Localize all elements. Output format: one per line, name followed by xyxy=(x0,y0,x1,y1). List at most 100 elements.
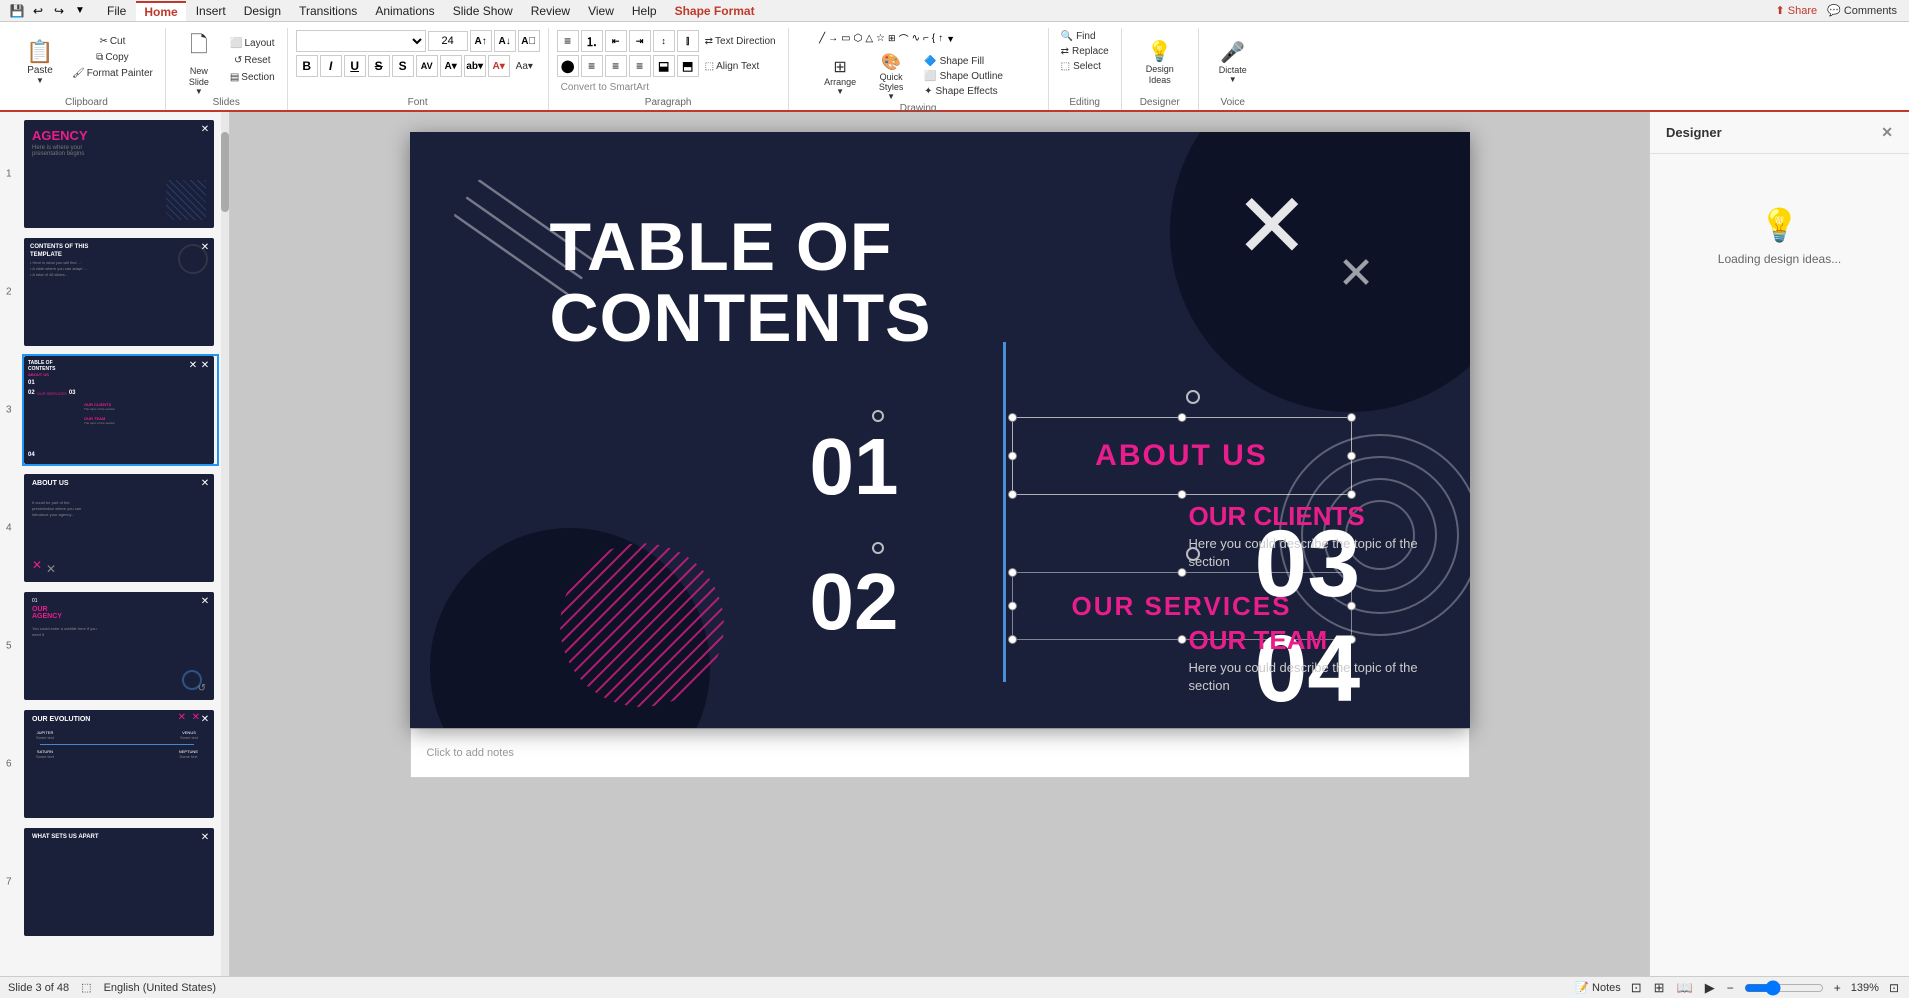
menu-home[interactable]: Home xyxy=(136,1,185,21)
accessibility-check[interactable]: ⬚ xyxy=(81,981,91,994)
notes-area[interactable]: Click to add notes xyxy=(410,728,1470,778)
font-color-button[interactable]: A▾ xyxy=(440,55,462,77)
handle-bl[interactable] xyxy=(1008,490,1017,499)
menu-file[interactable]: File xyxy=(99,2,134,20)
slide-title[interactable]: TABLE OF CONTENTS xyxy=(550,212,932,355)
number-02[interactable]: 02 xyxy=(810,562,899,642)
shape-brace[interactable]: { xyxy=(931,32,936,45)
handle-ml[interactable] xyxy=(1008,452,1017,461)
services-handle-bl[interactable] xyxy=(1008,635,1017,644)
customize-qat-btn[interactable]: ▼ xyxy=(71,2,89,20)
decrease-indent-button[interactable]: ⇤ xyxy=(605,30,627,52)
replace-button[interactable]: ⇄ Replace xyxy=(1057,45,1113,58)
line-spacing-button[interactable]: ↕ xyxy=(653,30,675,52)
arrange-button[interactable]: ⊞ Arrange ▼ xyxy=(818,51,862,101)
numbering-button[interactable]: ⒈ xyxy=(581,30,603,52)
save-qat-btn[interactable]: 💾 xyxy=(8,2,26,20)
shape-diamond[interactable]: ⬡ xyxy=(853,32,864,45)
handle-bc[interactable] xyxy=(1177,490,1186,499)
increase-indent-button[interactable]: ⇥ xyxy=(629,30,651,52)
zoom-slider[interactable] xyxy=(1744,980,1824,996)
shape-wave[interactable]: ∿ xyxy=(911,32,921,45)
font-size-input[interactable] xyxy=(428,31,468,51)
services-handle-tl[interactable] xyxy=(1008,568,1017,577)
slide-thumb-3[interactable]: 3 TABLE OFCONTENTS ABOUT US 01 02 OUR SE… xyxy=(22,354,219,466)
zoom-in-btn[interactable]: + xyxy=(1832,979,1843,997)
share-button[interactable]: ⬆ Share xyxy=(1776,4,1818,17)
slide-thumb-2[interactable]: 2 CONTENTS OF THISTEMPLATE • Here is wha… xyxy=(22,236,219,348)
reset-button[interactable]: ↺ Reset xyxy=(226,53,279,68)
slide-1-close[interactable]: ✕ xyxy=(198,122,212,136)
slide-thumb-5[interactable]: 5 01 OURAGENCY You could enter a subtitl… xyxy=(22,590,219,702)
design-ideas-button[interactable]: 💡 Design Ideas xyxy=(1130,30,1190,94)
align-left-button[interactable]: ⬤ xyxy=(557,55,579,77)
clear-format-btn[interactable]: A⃝ xyxy=(518,30,540,52)
new-slide-button[interactable]: 🗋 NewSlide ▼ xyxy=(174,30,224,94)
format-painter-button[interactable]: 🖌 Format Painter xyxy=(68,66,157,81)
layout-button[interactable]: ⬜ Layout xyxy=(226,36,279,51)
slide-5-close[interactable]: ✕ xyxy=(198,594,212,608)
align-center-button[interactable]: ≡ xyxy=(581,55,603,77)
cut-button[interactable]: ✂ Cut xyxy=(68,34,157,49)
increase-font-btn[interactable]: A↑ xyxy=(470,30,492,52)
redo-qat-btn[interactable]: ↪ xyxy=(50,2,68,20)
paste-button[interactable]: 📋 Paste ▼ xyxy=(16,30,64,94)
shape-star[interactable]: ☆ xyxy=(875,32,886,45)
slide-3-close2[interactable]: ✕ xyxy=(198,358,212,372)
handle-br[interactable] xyxy=(1347,490,1356,499)
font-color2-button[interactable]: A▾ xyxy=(488,55,510,77)
shape-triangle[interactable]: △ xyxy=(864,32,874,45)
dictate-button[interactable]: 🎤 Dictate ▼ xyxy=(1207,30,1259,94)
designer-close-btn[interactable]: ✕ xyxy=(1881,124,1893,141)
number-01[interactable]: 01 xyxy=(810,427,899,507)
our-team-section[interactable]: OUR TEAM Here you could describe the top… xyxy=(1189,626,1434,696)
slide-4-close[interactable]: ✕ xyxy=(198,476,212,490)
char-spacing-button[interactable]: AV xyxy=(416,55,438,77)
handle-tl[interactable] xyxy=(1008,413,1017,422)
services-handle-tc[interactable] xyxy=(1177,568,1186,577)
menu-review[interactable]: Review xyxy=(523,2,578,20)
bullets-button[interactable]: ≡ xyxy=(557,30,579,52)
slide-canvas[interactable]: ✕ ✕ xyxy=(410,132,1470,728)
underline-button[interactable]: U xyxy=(344,55,366,77)
slide-3-close[interactable]: ✕ xyxy=(186,358,200,372)
slide-thumb-6[interactable]: 6 OUR EVOLUTION JUPITERSome text VENUSSo… xyxy=(22,708,219,820)
zoom-out-btn[interactable]: − xyxy=(1725,979,1736,997)
slideshow-btn[interactable]: ▶ xyxy=(1703,978,1717,998)
quick-styles-button[interactable]: 🎨 Quick Styles ▼ xyxy=(866,51,916,101)
select-button[interactable]: ⬚ Select xyxy=(1057,60,1105,73)
menu-shape-format[interactable]: Shape Format xyxy=(667,2,763,20)
services-handle-bc[interactable] xyxy=(1177,635,1186,644)
justify-button[interactable]: ≡ xyxy=(629,55,651,77)
shape-more[interactable]: ⊞ xyxy=(887,32,897,45)
normal-view-btn[interactable]: ⊡ xyxy=(1629,978,1644,998)
notes-button[interactable]: 📝 Notes xyxy=(1575,981,1620,994)
align-right-button[interactable]: ≡ xyxy=(605,55,627,77)
section-button[interactable]: ▤ Section xyxy=(226,70,279,85)
slide-sorter-btn[interactable]: ⊞ xyxy=(1652,978,1667,998)
slide-thumb-7[interactable]: 7 WHAT SETS US APART ✕ xyxy=(22,826,219,938)
align-v2-button[interactable]: ⬒ xyxy=(677,55,699,77)
undo-qat-btn[interactable]: ↩ xyxy=(29,2,47,20)
fit-slide-btn[interactable]: ⊡ xyxy=(1887,979,1901,997)
menu-view[interactable]: View xyxy=(580,2,622,20)
menu-animations[interactable]: Animations xyxy=(367,2,442,20)
convert-smartart-button[interactable]: Convert to SmartArt xyxy=(557,80,653,95)
shape-effects-button[interactable]: ✦ Shape Effects xyxy=(920,85,1007,98)
menu-insert[interactable]: Insert xyxy=(188,2,234,20)
shape-more2[interactable]: ▼ xyxy=(945,33,956,45)
copy-button[interactable]: ⧉ Copy xyxy=(68,50,157,65)
align-text-button[interactable]: ⬚Align Text xyxy=(701,59,764,74)
change-case-btn[interactable]: Aa▾ xyxy=(512,61,537,72)
slide-2-close[interactable]: ✕ xyxy=(198,240,212,254)
handle-tc[interactable] xyxy=(1177,413,1186,422)
services-handle-ml[interactable] xyxy=(1008,602,1017,611)
menu-design[interactable]: Design xyxy=(236,2,289,20)
shape-line[interactable]: ╱ xyxy=(818,32,826,45)
strikethrough-button[interactable]: S xyxy=(368,55,390,77)
shape-curve[interactable]: ⌒ xyxy=(898,30,910,47)
menu-slideshow[interactable]: Slide Show xyxy=(445,2,521,20)
reading-view-btn[interactable]: 📖 xyxy=(1675,978,1695,998)
about-us-box[interactable]: ABOUT US xyxy=(1012,417,1352,495)
highlight-color-button[interactable]: ab▾ xyxy=(464,55,486,77)
